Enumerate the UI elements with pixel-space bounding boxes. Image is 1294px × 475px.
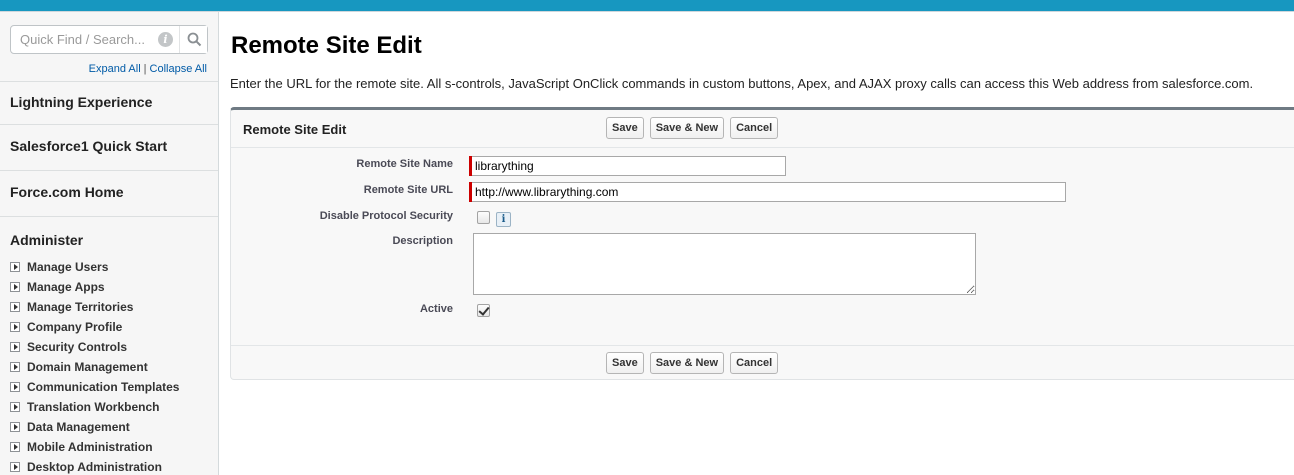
expand-triangle-icon[interactable] <box>10 262 20 272</box>
admin-item-label: Mobile Administration <box>27 440 153 454</box>
expand-triangle-icon[interactable] <box>10 402 20 412</box>
admin-item-data-management[interactable]: Data Management <box>10 417 218 437</box>
quick-find-box: i <box>10 25 208 54</box>
top-header-bar <box>0 0 1294 11</box>
administer-section: Administer Manage Users Manage Apps Mana… <box>0 216 218 475</box>
remote-site-name-input[interactable] <box>472 156 786 176</box>
expand-triangle-icon[interactable] <box>10 282 20 292</box>
expand-triangle-icon[interactable] <box>10 422 20 432</box>
admin-item-label: Domain Management <box>27 360 148 374</box>
administer-title[interactable]: Administer <box>10 232 218 248</box>
bottom-button-row: Save Save & New Cancel <box>606 352 779 374</box>
save-and-new-button[interactable]: Save & New <box>649 352 725 374</box>
search-icon <box>187 32 202 47</box>
admin-item-company-profile[interactable]: Company Profile <box>10 317 218 337</box>
info-icon[interactable]: i <box>158 32 173 47</box>
active-label: Active <box>419 303 453 315</box>
admin-item-label: Security Controls <box>27 340 128 354</box>
save-and-new-button[interactable]: Save & New <box>649 117 725 139</box>
remote-site-name-label: Remote Site Name <box>356 158 453 170</box>
panel-footer: Save Save & New Cancel <box>231 345 1294 380</box>
admin-item-label: Company Profile <box>27 320 123 334</box>
main-content: Remote Site Edit Enter the URL for the r… <box>220 12 1294 475</box>
expand-triangle-icon[interactable] <box>10 302 20 312</box>
active-checkbox[interactable] <box>477 304 490 317</box>
admin-item-manage-territories[interactable]: Manage Territories <box>10 297 218 317</box>
setup-nav: Lightning Experience Salesforce1 Quick S… <box>0 81 218 475</box>
admin-item-translation-workbench[interactable]: Translation Workbench <box>10 397 218 417</box>
admin-item-manage-users[interactable]: Manage Users <box>10 257 218 277</box>
cancel-button[interactable]: Cancel <box>730 117 779 139</box>
panel-body: Remote Site Name Remote Site URL Disable… <box>231 148 1294 345</box>
info-icon[interactable]: i <box>496 212 511 227</box>
save-button[interactable]: Save <box>606 352 644 374</box>
expand-triangle-icon[interactable] <box>10 462 20 472</box>
remote-site-url-input[interactable] <box>472 182 1066 202</box>
search-button[interactable] <box>179 26 207 53</box>
expand-triangle-icon[interactable] <box>10 382 20 392</box>
top-button-row: Save Save & New Cancel <box>606 117 779 139</box>
nav-lightning-experience[interactable]: Lightning Experience <box>0 81 218 124</box>
panel-title: Remote Site Edit <box>243 122 347 137</box>
admin-item-domain-management[interactable]: Domain Management <box>10 357 218 377</box>
admin-item-manage-apps[interactable]: Manage Apps <box>10 277 218 297</box>
save-button[interactable]: Save <box>606 117 644 139</box>
page-description: Enter the URL for the remote site. All s… <box>230 76 1254 91</box>
disable-protocol-security-label: Disable Protocol Security <box>319 210 453 222</box>
admin-item-mobile-administration[interactable]: Mobile Administration <box>10 437 218 457</box>
description-label: Description <box>392 235 453 247</box>
description-textarea[interactable] <box>473 233 976 295</box>
expand-collapse-row: Expand All | Collapse All <box>0 63 207 75</box>
panel-header: Remote Site Edit Save Save & New Cancel <box>231 110 1294 148</box>
remote-site-url-label: Remote Site URL <box>363 184 453 196</box>
disable-protocol-security-checkbox[interactable] <box>477 211 490 224</box>
admin-item-label: Manage Territories <box>27 300 134 314</box>
admin-item-label: Manage Apps <box>27 280 105 294</box>
nav-salesforce1-quick-start[interactable]: Salesforce1 Quick Start <box>0 124 218 170</box>
expand-triangle-icon[interactable] <box>10 342 20 352</box>
nav-force-com-home[interactable]: Force.com Home <box>0 170 218 216</box>
link-separator: | <box>143 63 147 75</box>
admin-item-label: Desktop Administration <box>27 460 162 474</box>
expand-triangle-icon[interactable] <box>10 442 20 452</box>
cancel-button[interactable]: Cancel <box>730 352 779 374</box>
admin-item-label: Communication Templates <box>27 380 180 394</box>
admin-item-label: Manage Users <box>27 260 109 274</box>
admin-item-security-controls[interactable]: Security Controls <box>10 337 218 357</box>
expand-all-link[interactable]: Expand All <box>89 63 141 75</box>
collapse-all-link[interactable]: Collapse All <box>150 63 207 75</box>
admin-item-desktop-administration[interactable]: Desktop Administration <box>10 457 218 475</box>
expand-triangle-icon[interactable] <box>10 362 20 372</box>
admin-item-label: Data Management <box>27 420 130 434</box>
expand-triangle-icon[interactable] <box>10 322 20 332</box>
remote-site-edit-panel: Remote Site Edit Save Save & New Cancel … <box>230 107 1294 380</box>
admin-item-communication-templates[interactable]: Communication Templates <box>10 377 218 397</box>
setup-sidebar: i Expand All|Collapse All Lightning Expe… <box>0 12 219 475</box>
quick-find-input[interactable] <box>11 26 161 53</box>
admin-item-label: Translation Workbench <box>27 400 160 414</box>
page-title: Remote Site Edit <box>231 32 422 59</box>
